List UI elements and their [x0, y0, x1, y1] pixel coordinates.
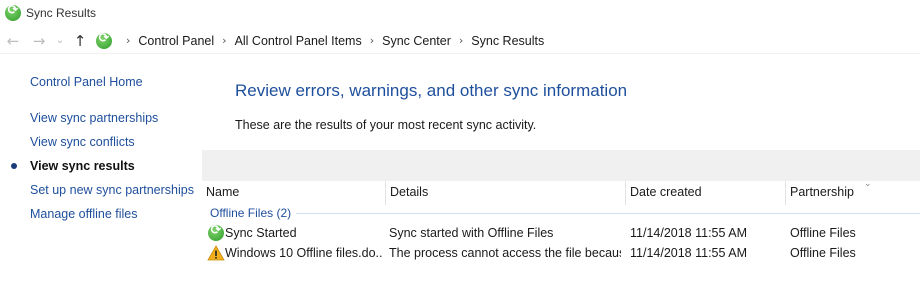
sort-chevron-icon[interactable]: ⌄ [864, 179, 872, 189]
breadcrumb-sync-results[interactable]: Sync Results [471, 34, 544, 48]
breadcrumb-separator-icon[interactable]: › [459, 34, 463, 47]
sync-started-icon [208, 223, 224, 241]
sync-center-icon [5, 3, 21, 21]
row-date-created: 11/14/2018 11:55 AM [630, 246, 747, 260]
command-toolbar [202, 150, 920, 181]
location-sync-icon [96, 31, 112, 49]
row-details: The process cannot access the file becau… [389, 246, 621, 260]
row-name: Sync Started [225, 226, 297, 240]
sidebar-item-view-sync-partnerships[interactable]: View sync partnerships [30, 111, 158, 125]
group-label[interactable]: Offline Files (2) [210, 206, 291, 220]
group-divider [296, 213, 920, 214]
address-bar: ← → ⌄ ↑ › Control Panel › All Control Pa… [0, 28, 920, 54]
sidebar-item-view-sync-conflicts[interactable]: View sync conflicts [30, 135, 135, 149]
breadcrumb-sync-center[interactable]: Sync Center [382, 34, 451, 48]
column-header-date-created[interactable]: Date created [625, 181, 785, 205]
sidebar-item-control-panel-home[interactable]: Control Panel Home [30, 75, 143, 89]
page-title: Review errors, warnings, and other sync … [235, 81, 628, 100]
table-row[interactable]: Sync Started Sync started with Offline F… [202, 223, 920, 243]
window-title: Sync Results [26, 6, 97, 20]
row-partnership: Offline Files [790, 246, 856, 260]
breadcrumb-control-panel[interactable]: Control Panel [138, 34, 214, 48]
table-row[interactable]: Windows 10 Offline files.do... The proce… [202, 243, 920, 263]
page-description: These are the results of your most recen… [235, 118, 537, 132]
recent-locations-chevron-icon[interactable]: ⌄ [52, 35, 68, 46]
column-header-partnership[interactable]: Partnership [785, 181, 920, 205]
breadcrumb-separator-icon[interactable]: › [222, 34, 226, 47]
breadcrumb-all-items[interactable]: All Control Panel Items [235, 34, 362, 48]
column-header-details[interactable]: Details [385, 181, 625, 205]
row-name: Windows 10 Offline files.do... [225, 246, 383, 260]
sidebar-item-set-up-partnerships[interactable]: Set up new sync partnerships [30, 183, 194, 197]
sidebar-item-manage-offline-files[interactable]: Manage offline files [30, 207, 137, 221]
row-details: Sync started with Offline Files [389, 226, 554, 240]
up-arrow-icon[interactable]: ↑ [68, 32, 92, 50]
group-header[interactable]: Offline Files (2) [210, 206, 291, 220]
current-page-bullet-icon [11, 163, 17, 169]
column-header-row: Name Details Date created Partnership ⌄ [202, 179, 920, 205]
warning-icon [207, 245, 225, 261]
row-date-created: 11/14/2018 11:55 AM [630, 226, 747, 240]
breadcrumb-separator-icon[interactable]: › [370, 34, 374, 47]
sidebar-item-view-sync-results[interactable]: View sync results [30, 159, 135, 173]
forward-arrow-icon[interactable]: → [26, 32, 52, 50]
breadcrumb-separator-icon[interactable]: › [126, 34, 130, 47]
back-arrow-icon[interactable]: ← [0, 32, 26, 50]
column-header-name[interactable]: Name [202, 181, 385, 205]
row-partnership: Offline Files [790, 226, 856, 240]
title-bar: Sync Results [0, 0, 920, 26]
